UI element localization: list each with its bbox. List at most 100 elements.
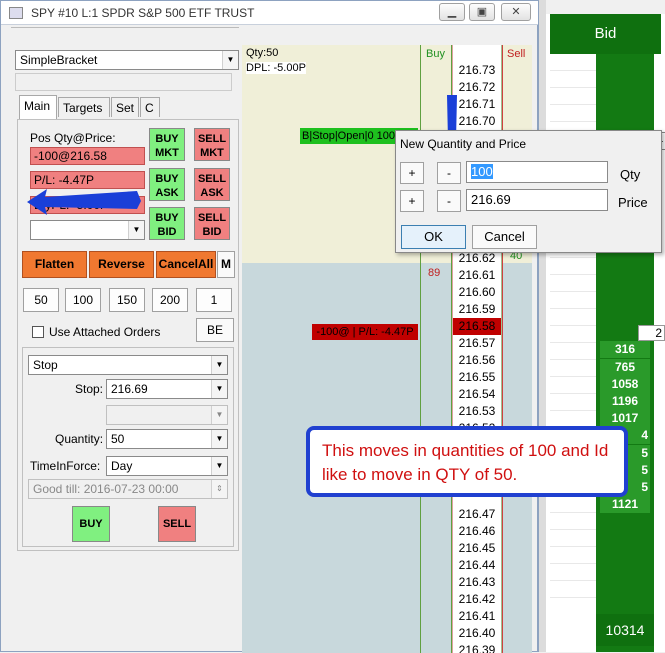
price-level[interactable]: 216.58 (453, 318, 501, 335)
bid-marker-row: 2 (638, 325, 665, 341)
cancel-all-button[interactable]: CancelAll (156, 251, 216, 278)
position-tag: -100@ | P/L: -4.47P (312, 324, 418, 340)
price-level[interactable]: 216.59 (453, 301, 501, 318)
chevron-down-icon[interactable]: ▼ (211, 356, 227, 374)
qty-label: Qty (620, 167, 641, 182)
price-input[interactable]: 216.69 (466, 189, 608, 211)
buy-button[interactable]: BUY (72, 506, 110, 542)
qty-preset-100[interactable]: 100 (65, 288, 101, 312)
chevron-down-icon[interactable]: ▼ (211, 430, 227, 448)
quantity-label: Quantity: (55, 432, 104, 446)
buy-volume-marker: 89 (428, 267, 441, 279)
bid-size: 1121 (600, 496, 650, 513)
title-bar[interactable]: SPY #10 L:1 SPDR S&P 500 ETF TRUST ▁ ▣ ✕ (1, 1, 539, 25)
chevron-down-icon[interactable]: ▼ (222, 51, 238, 69)
price-level[interactable]: 216.45 (453, 540, 501, 557)
bid-size: 1017 (600, 410, 650, 427)
app-icon (9, 7, 23, 19)
quantity-price-dialog: New Quantity and Price + - 100 Qty + - 2… (395, 130, 662, 253)
m-button[interactable]: M (217, 251, 235, 278)
good-till-value: Good till: 2016-07-23 00:00 (33, 482, 179, 496)
price-level[interactable]: 216.54 (453, 386, 501, 403)
bid-panel: Bid 2 316 765 1058 1196 1017 4 5 5 5 112… (546, 14, 665, 652)
tab-set[interactable]: Set (111, 97, 139, 117)
chevron-down-icon[interactable]: ▼ (128, 221, 144, 239)
dialog-title: New Quantity and Price (400, 137, 527, 151)
price-level[interactable]: 216.46 (453, 523, 501, 540)
spin-icon: ⇕ (211, 480, 227, 498)
be-button[interactable]: BE (196, 318, 234, 342)
strategy-select-value: SimpleBracket (20, 53, 98, 67)
minimize-icon[interactable]: ▁ (439, 3, 465, 21)
tab-main[interactable]: Main (19, 95, 57, 119)
toolbar-strip (11, 27, 239, 41)
bid-size: 1058 (600, 376, 650, 393)
qty-preset-1[interactable]: 1 (196, 288, 232, 312)
price-level[interactable]: 216.47 (453, 506, 501, 523)
tab-targets[interactable]: Targets (58, 97, 110, 117)
stop-label: Stop: (75, 382, 104, 396)
flatten-button[interactable]: Flatten (22, 251, 87, 278)
price-level[interactable]: 216.39 (453, 642, 501, 653)
bid-size: 1196 (600, 393, 650, 410)
sell-mkt-button[interactable]: SELL MKT (194, 128, 230, 161)
strategy-select[interactable]: SimpleBracket ▼ (15, 50, 239, 70)
buy-mkt-button[interactable]: BUY MKT (149, 128, 185, 161)
price-level[interactable]: 216.73 (453, 62, 501, 79)
good-till-input: Good till: 2016-07-23 00:00 ⇕ (28, 479, 228, 499)
price-level[interactable]: 216.44 (453, 557, 501, 574)
annotation-arrow-left-icon (27, 189, 141, 215)
qty-input[interactable]: 100 (466, 161, 608, 183)
quantity-value: 50 (111, 432, 125, 446)
price-increment-button[interactable]: + (400, 190, 424, 212)
sell-header: Sell (507, 48, 526, 60)
qty-increment-button[interactable]: + (400, 162, 424, 184)
sell-ask-button[interactable]: SELL ASK (194, 168, 230, 201)
use-attached-orders-checkbox[interactable] (32, 326, 44, 338)
buy-ask-button[interactable]: BUY ASK (149, 168, 185, 201)
quantity-input[interactable]: 50 ▼ (106, 429, 228, 449)
qty-preset-200[interactable]: 200 (152, 288, 188, 312)
price-level[interactable]: 216.53 (453, 403, 501, 420)
use-attached-orders-label: Use Attached Orders (49, 325, 161, 339)
tab-label: Set (116, 101, 135, 115)
price-decrement-button[interactable]: - (437, 190, 461, 212)
qty-preset-150[interactable]: 150 (109, 288, 145, 312)
price-input-value: 216.69 (471, 192, 511, 207)
buy-header: Buy (426, 48, 445, 60)
price-level[interactable]: 216.43 (453, 574, 501, 591)
price-level[interactable]: 216.61 (453, 267, 501, 284)
price-level[interactable]: 216.41 (453, 608, 501, 625)
price-level[interactable]: 216.56 (453, 352, 501, 369)
buy-bid-button[interactable]: BUY BID (149, 207, 185, 240)
order-type-select[interactable]: Stop ▼ (28, 355, 228, 375)
tif-label: TimeInForce: (30, 459, 101, 473)
cancel-button[interactable]: Cancel (472, 225, 537, 249)
chevron-down-icon[interactable]: ▼ (211, 457, 227, 475)
sell-button[interactable]: SELL (158, 506, 196, 542)
price-level[interactable]: 216.42 (453, 591, 501, 608)
price-level[interactable]: 216.40 (453, 625, 501, 642)
chevron-down-icon: ▼ (211, 406, 227, 424)
qty-decrement-button[interactable]: - (437, 162, 461, 184)
chevron-down-icon[interactable]: ▼ (211, 380, 227, 398)
price-level[interactable]: 216.60 (453, 284, 501, 301)
tab-label: Targets (63, 101, 103, 115)
close-icon[interactable]: ✕ (501, 3, 531, 21)
maximize-icon[interactable]: ▣ (469, 3, 495, 21)
window-title: SPY #10 L:1 SPDR S&P 500 ETF TRUST (31, 6, 255, 20)
tif-select[interactable]: Day ▼ (106, 456, 228, 476)
dpl-info: DPL: -5.00P (246, 62, 306, 74)
sell-bid-button[interactable]: SELL BID (194, 207, 230, 240)
qty-preset-50[interactable]: 50 (23, 288, 59, 312)
tif-value: Day (111, 459, 133, 473)
price-level[interactable]: 216.57 (453, 335, 501, 352)
tab-c[interactable]: C (140, 97, 160, 117)
bid-size: 316 (600, 341, 650, 358)
strategy-name-field[interactable] (15, 73, 232, 91)
price-level[interactable]: 216.55 (453, 369, 501, 386)
ok-button[interactable]: OK (401, 225, 466, 249)
stop-price-input[interactable]: 216.69 ▼ (106, 379, 228, 399)
reverse-button[interactable]: Reverse (89, 251, 154, 278)
account-select[interactable]: ▼ (30, 220, 145, 240)
